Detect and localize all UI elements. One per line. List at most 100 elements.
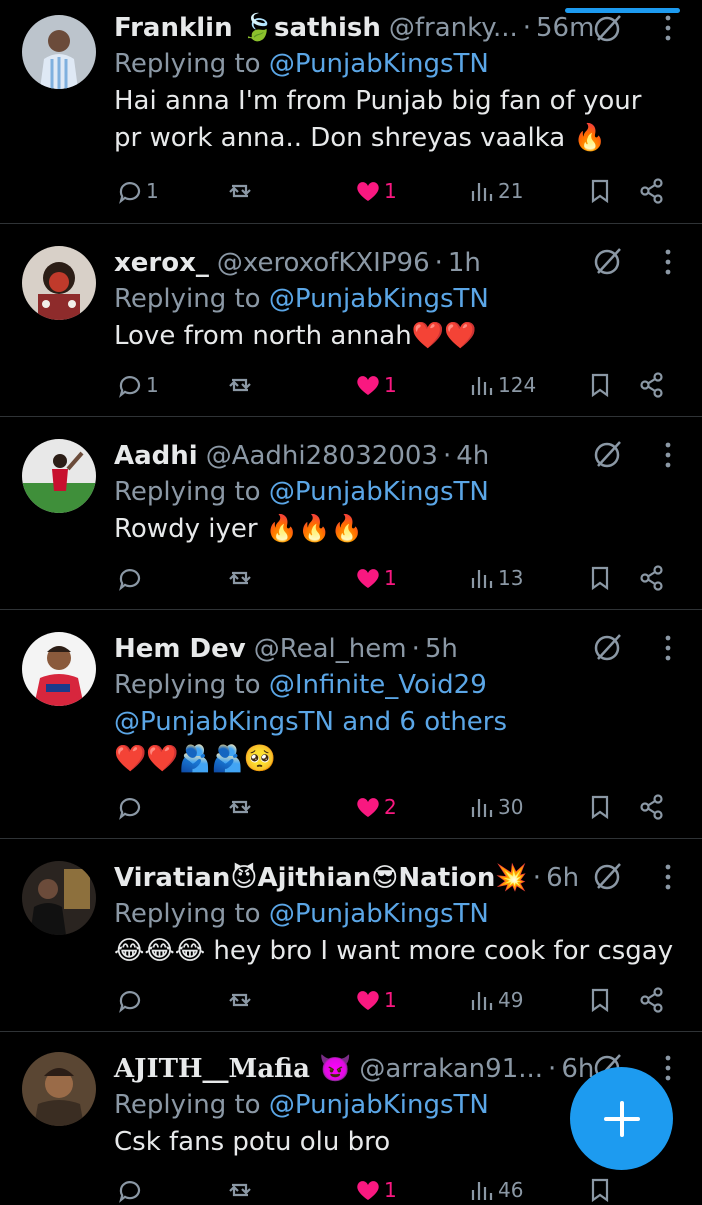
like-count: 1 (384, 373, 397, 397)
avatar[interactable] (22, 439, 96, 513)
avatar[interactable] (22, 632, 96, 706)
comment-button[interactable] (116, 985, 146, 1015)
comment-button[interactable] (116, 563, 146, 593)
grok-icon[interactable] (592, 860, 624, 892)
views-icon (471, 570, 493, 588)
like-button[interactable]: 1 (354, 176, 397, 206)
replying-prefix: Replying to (114, 1090, 269, 1120)
heart-icon (357, 991, 379, 1010)
separator-dot: · (442, 441, 452, 471)
avatar[interactable] (22, 15, 96, 89)
replying-prefix: Replying to (114, 477, 269, 507)
replying-to: Replying to @PunjabKingsTN (114, 474, 702, 511)
author-handle[interactable]: @xeroxofKXIP96 (217, 245, 430, 281)
separator-dot: · (532, 863, 542, 893)
repost-icon (229, 993, 251, 1007)
mention-link[interactable]: @PunjabKingsTN (269, 477, 489, 507)
views-button[interactable]: 124 (468, 370, 536, 400)
author-name[interactable]: Franklin 🍃sathish (114, 10, 381, 46)
mention-link[interactable]: @PunjabKingsTN (269, 284, 489, 314)
like-button[interactable]: 1 (354, 370, 397, 400)
author-handle[interactable]: @arrakan91... (359, 1051, 543, 1087)
avatar[interactable] (22, 246, 96, 320)
reply-item[interactable]: Hem Dev @Real_hem · 5h Replying to @Infi… (0, 610, 702, 839)
repost-button[interactable] (226, 985, 256, 1015)
author-name[interactable]: Hem Dev (114, 631, 246, 667)
avatar[interactable] (22, 861, 96, 935)
action-bar: 2 30 (114, 792, 702, 822)
comment-button[interactable]: 1 (116, 370, 159, 400)
share-button[interactable] (638, 563, 666, 593)
avatar[interactable] (22, 1052, 96, 1126)
author-name[interactable]: AJITH__Mafia 😈 (114, 1051, 351, 1087)
repost-button[interactable] (226, 563, 256, 593)
share-button[interactable] (638, 792, 666, 822)
grok-icon[interactable] (592, 631, 624, 663)
like-button[interactable]: 1 (354, 1175, 397, 1205)
timestamp[interactable]: 56m (536, 10, 594, 46)
like-button[interactable]: 1 (354, 985, 397, 1015)
mention-link[interactable]: @PunjabKingsTN and 6 others (114, 707, 507, 737)
reply-item[interactable]: Aadhi @Aadhi28032003 · 4h Replying to @P… (0, 417, 702, 610)
author-handle[interactable]: @Real_hem (254, 631, 407, 667)
timestamp[interactable]: 1h (448, 245, 481, 281)
grok-icon[interactable] (592, 438, 624, 470)
timestamp[interactable]: 5h (425, 631, 458, 667)
grok-icon[interactable] (592, 12, 624, 44)
comment-button[interactable] (116, 792, 146, 822)
repost-button[interactable] (226, 176, 256, 206)
separator-dot: · (434, 248, 443, 278)
like-button[interactable]: 2 (354, 792, 397, 822)
mention-link[interactable]: @PunjabKingsTN (269, 49, 489, 79)
reply-item[interactable]: xerox_ @xeroxofKXIP96 · 1h Replying to @… (0, 224, 702, 417)
comment-button[interactable] (116, 1175, 146, 1205)
share-button[interactable] (638, 176, 666, 206)
share-button[interactable] (638, 370, 666, 400)
share-button[interactable] (638, 985, 666, 1015)
author-name[interactable]: Viratian😈Ajithian😎Nation💥 (114, 860, 528, 896)
timestamp[interactable]: 4h (456, 438, 489, 474)
author-name[interactable]: Aadhi (114, 438, 198, 474)
more-icon[interactable] (664, 1054, 672, 1082)
mention-link[interactable]: @Infinite_Void29 (269, 670, 487, 700)
views-button[interactable]: 13 (468, 563, 523, 593)
compose-button[interactable] (570, 1067, 673, 1170)
timestamp[interactable]: 6h (546, 860, 579, 896)
author-name[interactable]: xerox_ (114, 245, 209, 281)
replying-to-line2: @PunjabKingsTN and 6 others (114, 704, 702, 741)
mention-link[interactable]: @PunjabKingsTN (269, 899, 489, 929)
bookmark-button[interactable] (586, 1175, 614, 1205)
replying-to: Replying to @PunjabKingsTN (114, 281, 702, 318)
mention-link[interactable]: @PunjabKingsTN (269, 1090, 489, 1120)
more-icon[interactable] (664, 634, 672, 662)
bookmark-button[interactable] (586, 563, 614, 593)
separator-dot: · (548, 1054, 557, 1084)
more-icon[interactable] (664, 863, 672, 891)
views-button[interactable]: 30 (468, 792, 523, 822)
reply-item[interactable]: Franklin 🍃sathish @franky... · 56m Reply… (0, 0, 702, 224)
more-icon[interactable] (664, 14, 672, 42)
more-icon[interactable] (664, 441, 672, 469)
views-button[interactable]: 21 (468, 176, 523, 206)
more-icon[interactable] (664, 248, 672, 276)
bookmark-icon (591, 179, 609, 204)
repost-button[interactable] (226, 1175, 256, 1205)
bookmark-icon (591, 373, 609, 398)
author-handle[interactable]: @Aadhi28032003 (206, 438, 438, 474)
bookmark-button[interactable] (586, 792, 614, 822)
comment-button[interactable]: 1 (116, 176, 159, 206)
author-handle[interactable]: @franky... (389, 10, 518, 46)
share-icon (640, 794, 663, 820)
bookmark-button[interactable] (586, 985, 614, 1015)
bookmark-button[interactable] (586, 370, 614, 400)
reply-item[interactable]: Viratian😈Ajithian😎Nation💥 · 6h Replying … (0, 839, 702, 1032)
repost-icon (229, 571, 251, 585)
repost-button[interactable] (226, 370, 256, 400)
like-button[interactable]: 1 (354, 563, 397, 593)
reply-text: Love from north annah❤️❤️ (114, 321, 477, 351)
views-button[interactable]: 46 (468, 1175, 523, 1205)
bookmark-button[interactable] (586, 176, 614, 206)
views-button[interactable]: 49 (468, 985, 523, 1015)
grok-icon[interactable] (592, 245, 624, 277)
repost-button[interactable] (226, 792, 256, 822)
